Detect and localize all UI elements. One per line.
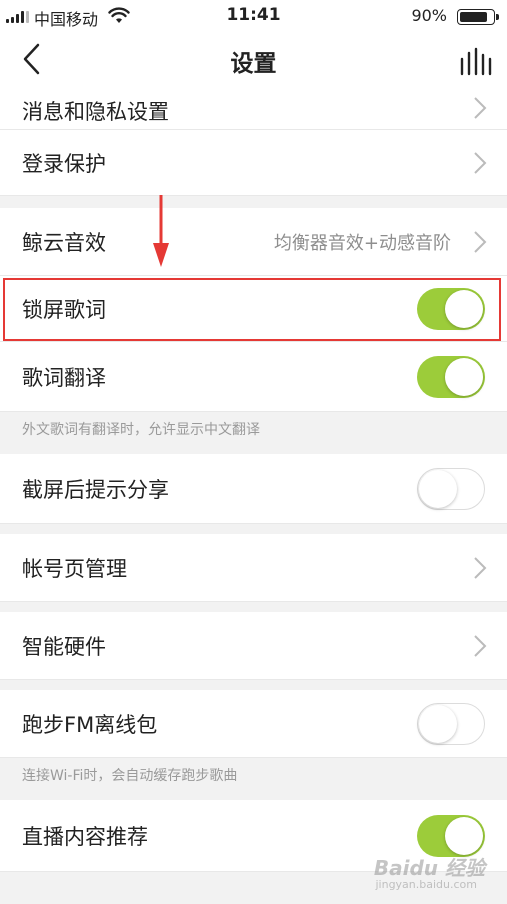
settings-row-screenshot-share: 截屏后提示分享 (0, 454, 507, 524)
battery-percent: 90% (411, 6, 447, 25)
lyrics-translation-hint: 外文歌词有翻译时，允许显示中文翻译 (22, 422, 260, 438)
status-bar: 中国移动 11:41 90% (0, 0, 507, 32)
settings-row-login-protection[interactable]: 登录保护 (0, 130, 507, 196)
settings-row-sound-effect[interactable]: 鲸云音效 均衡器音效+动感音阶 (0, 208, 507, 276)
row-label: 帐号页管理 (22, 556, 127, 581)
running-fm-toggle[interactable] (417, 702, 485, 745)
row-label: 直播内容推荐 (22, 824, 148, 849)
equalizer-icon[interactable] (457, 46, 493, 76)
settings-row-account-page[interactable]: 帐号页管理 (0, 534, 507, 602)
row-label: 截屏后提示分享 (22, 477, 169, 502)
row-label: 歌词翻译 (22, 365, 106, 390)
row-label: 鲸云音效 (22, 230, 106, 255)
row-label: 智能硬件 (22, 634, 106, 659)
row-label: 跑步FM离线包 (22, 712, 158, 737)
screenshot-share-toggle[interactable] (417, 467, 485, 510)
watermark-url: jingyan.baidu.com (375, 878, 477, 891)
chevron-right-icon (474, 230, 487, 253)
settings-row-privacy[interactable]: 消息和隐私设置 (0, 84, 507, 130)
row-label: 登录保护 (22, 151, 106, 176)
row-value: 均衡器音效+动感音阶 (273, 232, 451, 254)
lock-screen-lyrics-toggle[interactable] (417, 287, 485, 330)
settings-row-lock-screen-lyrics: 锁屏歌词 (0, 276, 507, 342)
settings-row-running-fm: 跑步FM离线包 (0, 690, 507, 758)
chevron-right-icon (474, 634, 487, 657)
watermark: Baidu 经验 (373, 856, 485, 880)
settings-row-lyrics-translation: 歌词翻译 (0, 342, 507, 412)
chevron-right-icon (474, 556, 487, 579)
running-fm-hint: 连接Wi-Fi时，会自动缓存跑步歌曲 (22, 768, 238, 784)
chevron-right-icon (474, 151, 487, 174)
page-title: 设置 (230, 51, 277, 77)
chevron-right-icon (474, 97, 487, 119)
row-label: 锁屏歌词 (22, 297, 106, 322)
lyrics-translation-toggle[interactable] (417, 355, 485, 398)
nav-bar: 设置 (0, 32, 507, 84)
battery-icon (457, 9, 499, 25)
live-recommend-toggle[interactable] (417, 814, 485, 857)
settings-row-smart-hardware[interactable]: 智能硬件 (0, 612, 507, 680)
row-label: 消息和隐私设置 (22, 100, 169, 124)
